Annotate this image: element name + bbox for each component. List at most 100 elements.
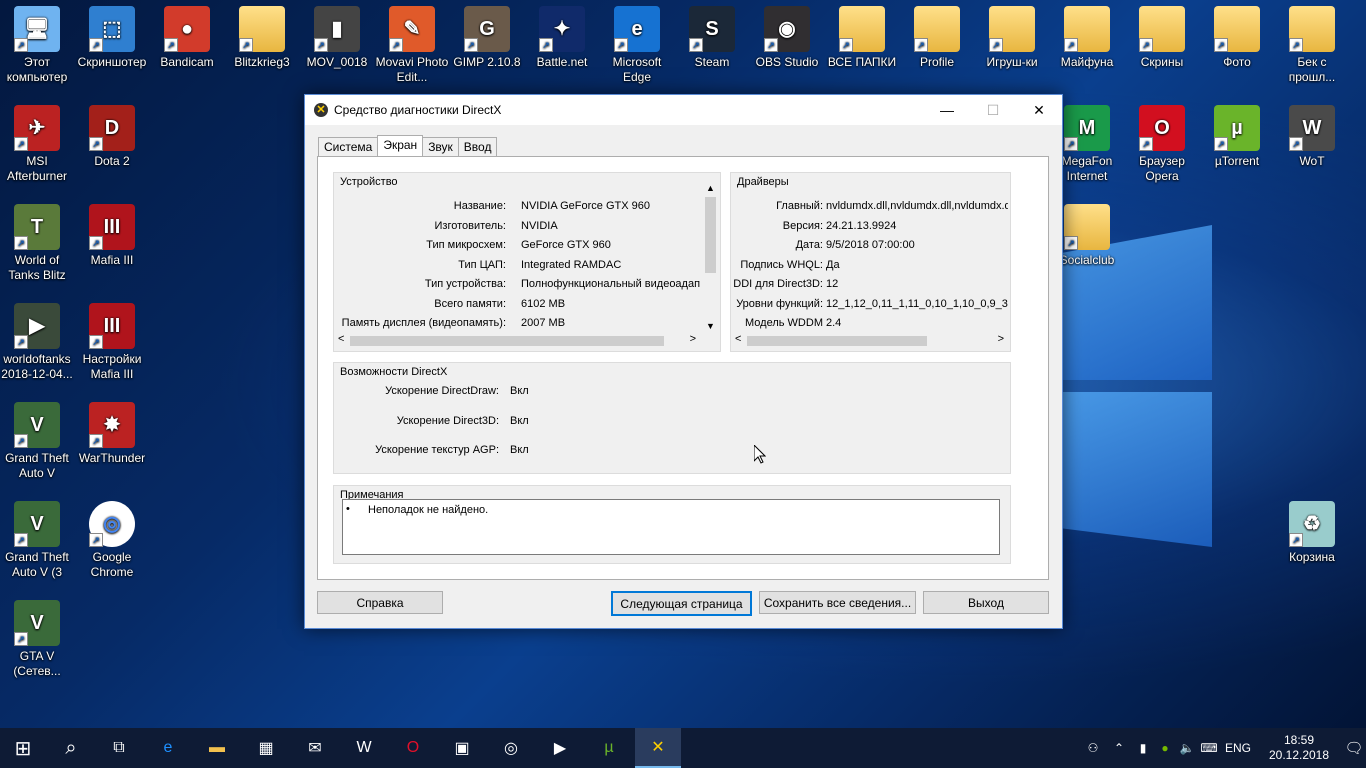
save-all-info-button[interactable]: Сохранить все сведения... bbox=[759, 591, 916, 614]
desktop-icon[interactable]: 🖥 ↗ Этот компьютер bbox=[0, 6, 74, 85]
desktop-icon[interactable]: ✸ ↗ WarThunder bbox=[75, 402, 149, 466]
clock[interactable]: 18:59 20.12.2018 bbox=[1264, 733, 1334, 763]
taskbar-movies-icon[interactable]: ▶ bbox=[537, 728, 583, 768]
desktop-icon-label: Браузер Opera bbox=[1139, 154, 1185, 183]
scroll-down-arrow-icon[interactable]: ▼ bbox=[702, 321, 719, 331]
desktop-icon[interactable]: ● ↗ Bandicam bbox=[150, 6, 224, 70]
desktop-icon[interactable]: V ↗ Grand Theft Auto V (3 bbox=[0, 501, 74, 580]
desktop-icon[interactable]: ↗ Майфуна bbox=[1050, 6, 1124, 70]
show-hidden-icons-chevron-icon[interactable]: ⌃ bbox=[1106, 741, 1132, 755]
scroll-right-arrow-icon[interactable]: > bbox=[690, 333, 696, 345]
desktop-icon[interactable]: ↗ Фото bbox=[1200, 6, 1274, 70]
taskbar-store-icon[interactable]: ▦ bbox=[243, 728, 289, 768]
shortcut-arrow-icon: ↗ bbox=[614, 38, 628, 52]
desktop-icon[interactable]: ◎ ↗ Google Chrome bbox=[75, 501, 149, 580]
next-page-button[interactable]: Следующая страница bbox=[611, 591, 752, 616]
close-button[interactable]: ✕ bbox=[1016, 95, 1062, 125]
search-button[interactable]: ⌕ bbox=[48, 728, 94, 768]
desktop-icon[interactable]: III ↗ Mafia III bbox=[75, 204, 149, 268]
desktop-icon[interactable]: µ ↗ µTorrent bbox=[1200, 105, 1274, 169]
drivers-group: Драйверы Главный: nvldumdx.dll,nvldumdx.d… bbox=[730, 172, 1011, 352]
desktop-icon[interactable]: ▶ ↗ worldoftanks 2018-12-04... bbox=[0, 303, 74, 382]
taskbar-control-panel-icon[interactable]: ▣ bbox=[439, 728, 485, 768]
tab-system[interactable]: Система bbox=[318, 137, 379, 157]
taskbar-edge-icon[interactable]: e bbox=[145, 728, 191, 768]
desktop-icon[interactable]: ✈ ↗ MSI Afterburner bbox=[0, 105, 74, 184]
desktop-icon[interactable]: ▮ ↗ MOV_0018 bbox=[300, 6, 374, 70]
title-bar[interactable]: ✕ Средство диагностики DirectX — ☐ ✕ bbox=[305, 95, 1062, 125]
desktop-icon[interactable]: ♻ ↗ Корзина bbox=[1275, 501, 1349, 565]
tab-input[interactable]: Ввод bbox=[457, 137, 498, 157]
scroll-thumb[interactable] bbox=[350, 336, 664, 346]
app-icon: S ↗ bbox=[689, 6, 735, 52]
nvidia-tray-icon[interactable]: ● bbox=[1154, 741, 1176, 755]
taskbar-directx-icon[interactable]: ✕ bbox=[635, 728, 681, 768]
desktop-icon[interactable]: S ↗ Steam bbox=[675, 6, 749, 70]
desktop-icon[interactable]: III ↗ Настройки Mafia III bbox=[75, 303, 149, 382]
help-button[interactable]: Справка bbox=[317, 591, 443, 614]
volume-icon[interactable]: 🔈 bbox=[1176, 741, 1198, 755]
start-button[interactable]: ⊞ bbox=[0, 728, 46, 768]
desktop-icon[interactable]: ↗ Игруш-ки bbox=[975, 6, 1049, 70]
people-icon[interactable]: ⚇ bbox=[1080, 741, 1106, 755]
scroll-left-arrow-icon[interactable]: < bbox=[735, 333, 741, 345]
desktop-icon-label: Бек с прошл... bbox=[1288, 55, 1336, 84]
taskbar-steam-like-icon[interactable]: ◎ bbox=[488, 728, 534, 768]
desktop-icon[interactable]: ↗ Blitzkrieg3 bbox=[225, 6, 299, 70]
shortcut-arrow-icon: ↗ bbox=[914, 38, 928, 52]
desktop-icon[interactable]: V ↗ Grand Theft Auto V bbox=[0, 402, 74, 481]
desktop-icon[interactable]: D ↗ Dota 2 bbox=[75, 105, 149, 169]
desktop-icon[interactable]: G ↗ GIMP 2.10.8 bbox=[450, 6, 524, 70]
taskbar-opera-icon[interactable]: O bbox=[390, 728, 436, 768]
shortcut-arrow-icon: ↗ bbox=[1064, 137, 1078, 151]
notes-box[interactable]: • Неполадок не найдено. bbox=[342, 499, 1000, 555]
desktop-icon[interactable]: ↗ ВСЕ ПАПКИ bbox=[825, 6, 899, 70]
desktop-icon[interactable]: ⬚ ↗ Скриншотер bbox=[75, 6, 149, 70]
desktop-icon[interactable]: ✦ ↗ Battle.net bbox=[525, 6, 599, 70]
exit-button[interactable]: Выход bbox=[923, 591, 1049, 614]
driver-field-value: 9/5/2018 07:00:00 bbox=[826, 239, 915, 251]
desktop-icon-label: Настройки Mafia III bbox=[82, 352, 142, 381]
desktop-icon-label: ВСЕ ПАПКИ bbox=[827, 55, 897, 69]
maximize-button[interactable]: ☐ bbox=[970, 95, 1016, 125]
desktop-icon[interactable]: T ↗ World of Tanks Blitz bbox=[0, 204, 74, 283]
desktop-icon[interactable]: e ↗ Microsoft Edge bbox=[600, 6, 674, 85]
desktop-icon[interactable]: V ↗ GTA V (Сетев... bbox=[0, 600, 74, 679]
scroll-left-arrow-icon[interactable]: < bbox=[338, 333, 344, 345]
taskbar-wot-icon[interactable]: W bbox=[341, 728, 387, 768]
driver-field-label: Уровни функций: bbox=[736, 297, 823, 310]
desktop-icon-label: World of Tanks Blitz bbox=[8, 253, 66, 282]
desktop-icon[interactable]: ✎ ↗ Movavi Photo Edit... bbox=[375, 6, 449, 85]
desktop-icon[interactable]: ↗ Скрины bbox=[1125, 6, 1199, 70]
desktop-icon[interactable]: W ↗ WoT bbox=[1275, 105, 1349, 169]
desktop-icon[interactable]: ↗ Profile bbox=[900, 6, 974, 70]
directx-features-group: Возможности DirectX Ускорение DirectDraw… bbox=[333, 362, 1011, 474]
taskbar-utorrent-icon[interactable]: µ bbox=[586, 728, 632, 768]
desktop-icon[interactable]: ↗ Бек с прошл... bbox=[1275, 6, 1349, 85]
notifications-icon[interactable]: 🗨 bbox=[1334, 739, 1366, 757]
desktop-icon-label: Steam bbox=[694, 55, 730, 69]
device-horizontal-scrollbar[interactable]: < > bbox=[334, 332, 702, 349]
scroll-thumb[interactable] bbox=[747, 336, 927, 346]
desktop-icon[interactable]: O ↗ Браузер Opera bbox=[1125, 105, 1199, 184]
network-icon[interactable]: ▮ bbox=[1132, 741, 1154, 755]
taskbar-task-view-icon[interactable]: ⧉ bbox=[96, 728, 142, 768]
desktop-icon-label: Фото bbox=[1223, 55, 1251, 69]
shortcut-arrow-icon: ↗ bbox=[1064, 236, 1078, 250]
minimize-button[interactable]: — bbox=[924, 95, 970, 125]
device-field-label: Память дисплея (видеопамять): bbox=[341, 317, 506, 329]
device-vertical-scrollbar[interactable]: ▲ ▼ bbox=[702, 183, 719, 331]
tab-sound[interactable]: Звук bbox=[422, 137, 459, 157]
folder-icon: ↗ bbox=[1289, 6, 1335, 52]
language-indicator[interactable]: ENG bbox=[1220, 741, 1256, 755]
app-icon: W ↗ bbox=[1289, 105, 1335, 151]
scroll-up-arrow-icon[interactable]: ▲ bbox=[702, 183, 719, 197]
taskbar-explorer-icon[interactable]: ▬ bbox=[194, 728, 240, 768]
drivers-horizontal-scrollbar[interactable]: < > bbox=[731, 332, 1010, 349]
scroll-right-arrow-icon[interactable]: > bbox=[998, 333, 1004, 345]
shortcut-arrow-icon: ↗ bbox=[14, 632, 28, 646]
keyboard-icon[interactable]: ⌨ bbox=[1198, 741, 1220, 755]
taskbar-mail-icon[interactable]: ✉ bbox=[292, 728, 338, 768]
desktop-icon[interactable]: ◉ ↗ OBS Studio bbox=[750, 6, 824, 70]
scroll-thumb[interactable] bbox=[705, 197, 716, 273]
